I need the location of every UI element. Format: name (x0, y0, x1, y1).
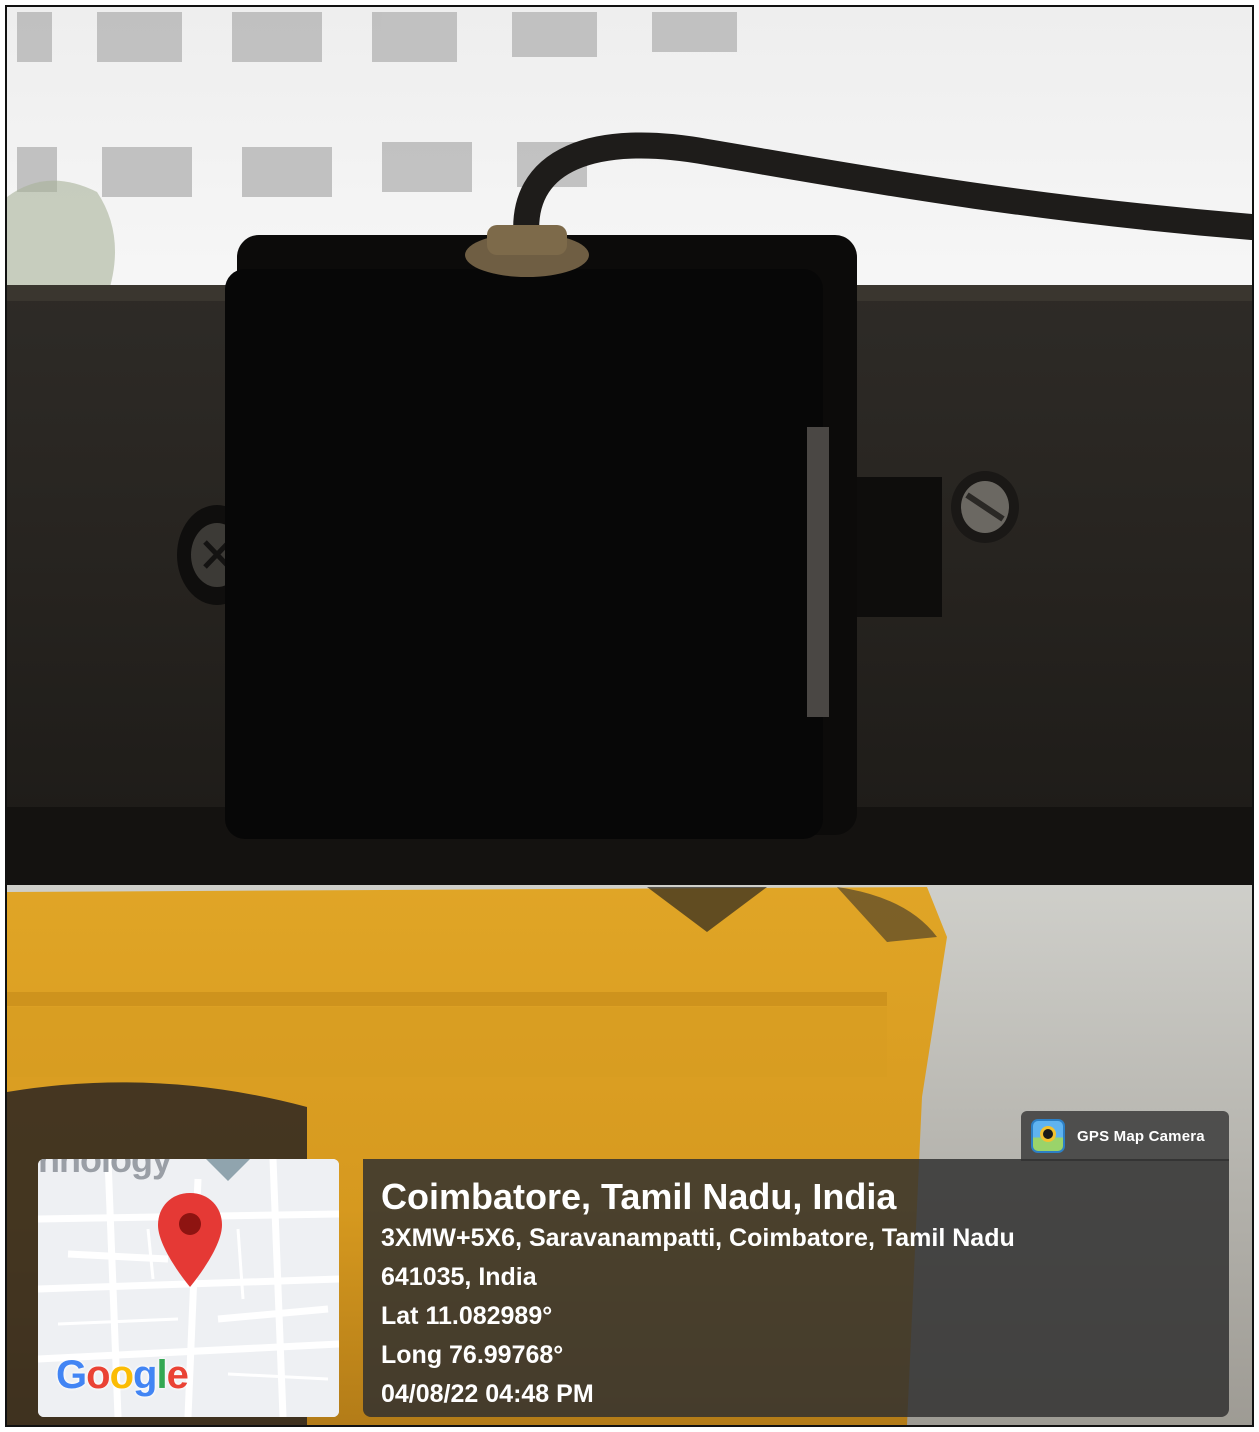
google-logo: Google (56, 1353, 189, 1398)
photo-frame: GPS Map Camera nnology Google Coimbatore… (5, 5, 1254, 1427)
datetime: 04/08/22 04:48 PM (381, 1380, 594, 1408)
location-info-panel: Coimbatore, Tamil Nadu, India 3XMW+5X6, … (363, 1159, 1229, 1417)
map-pin-icon (158, 1193, 222, 1287)
latitude: Lat 11.082989° (381, 1302, 553, 1330)
tree-foliage (7, 180, 115, 302)
google-letter: g (133, 1353, 157, 1397)
google-letter: e (166, 1353, 189, 1397)
longitude: Long 76.99768° (381, 1341, 564, 1369)
google-letter: G (56, 1353, 87, 1397)
right-screw (951, 471, 1019, 543)
bus-stripe (7, 992, 887, 1006)
bracket-tab (857, 477, 942, 617)
google-letter: o (86, 1353, 110, 1397)
location-title: Coimbatore, Tamil Nadu, India (381, 1176, 897, 1217)
gps-map-camera-badge: GPS Map Camera (1021, 1111, 1229, 1161)
google-letter: o (109, 1353, 134, 1397)
device-side-strip (807, 427, 829, 717)
badge-label: GPS Map Camera (1077, 1127, 1205, 1145)
address-line-1: 3XMW+5X6, Saravanampatti, Coimbatore, Ta… (381, 1224, 1015, 1252)
bus-panel (7, 1007, 887, 1077)
map-thumbnail: nnology Google (38, 1159, 339, 1417)
address-line-2: 641035, India (381, 1263, 537, 1291)
gps-device-body (225, 269, 823, 839)
google-letter: l (156, 1353, 167, 1397)
gps-map-camera-app-icon (1031, 1119, 1065, 1153)
map-partial-label: nnology (38, 1159, 172, 1180)
